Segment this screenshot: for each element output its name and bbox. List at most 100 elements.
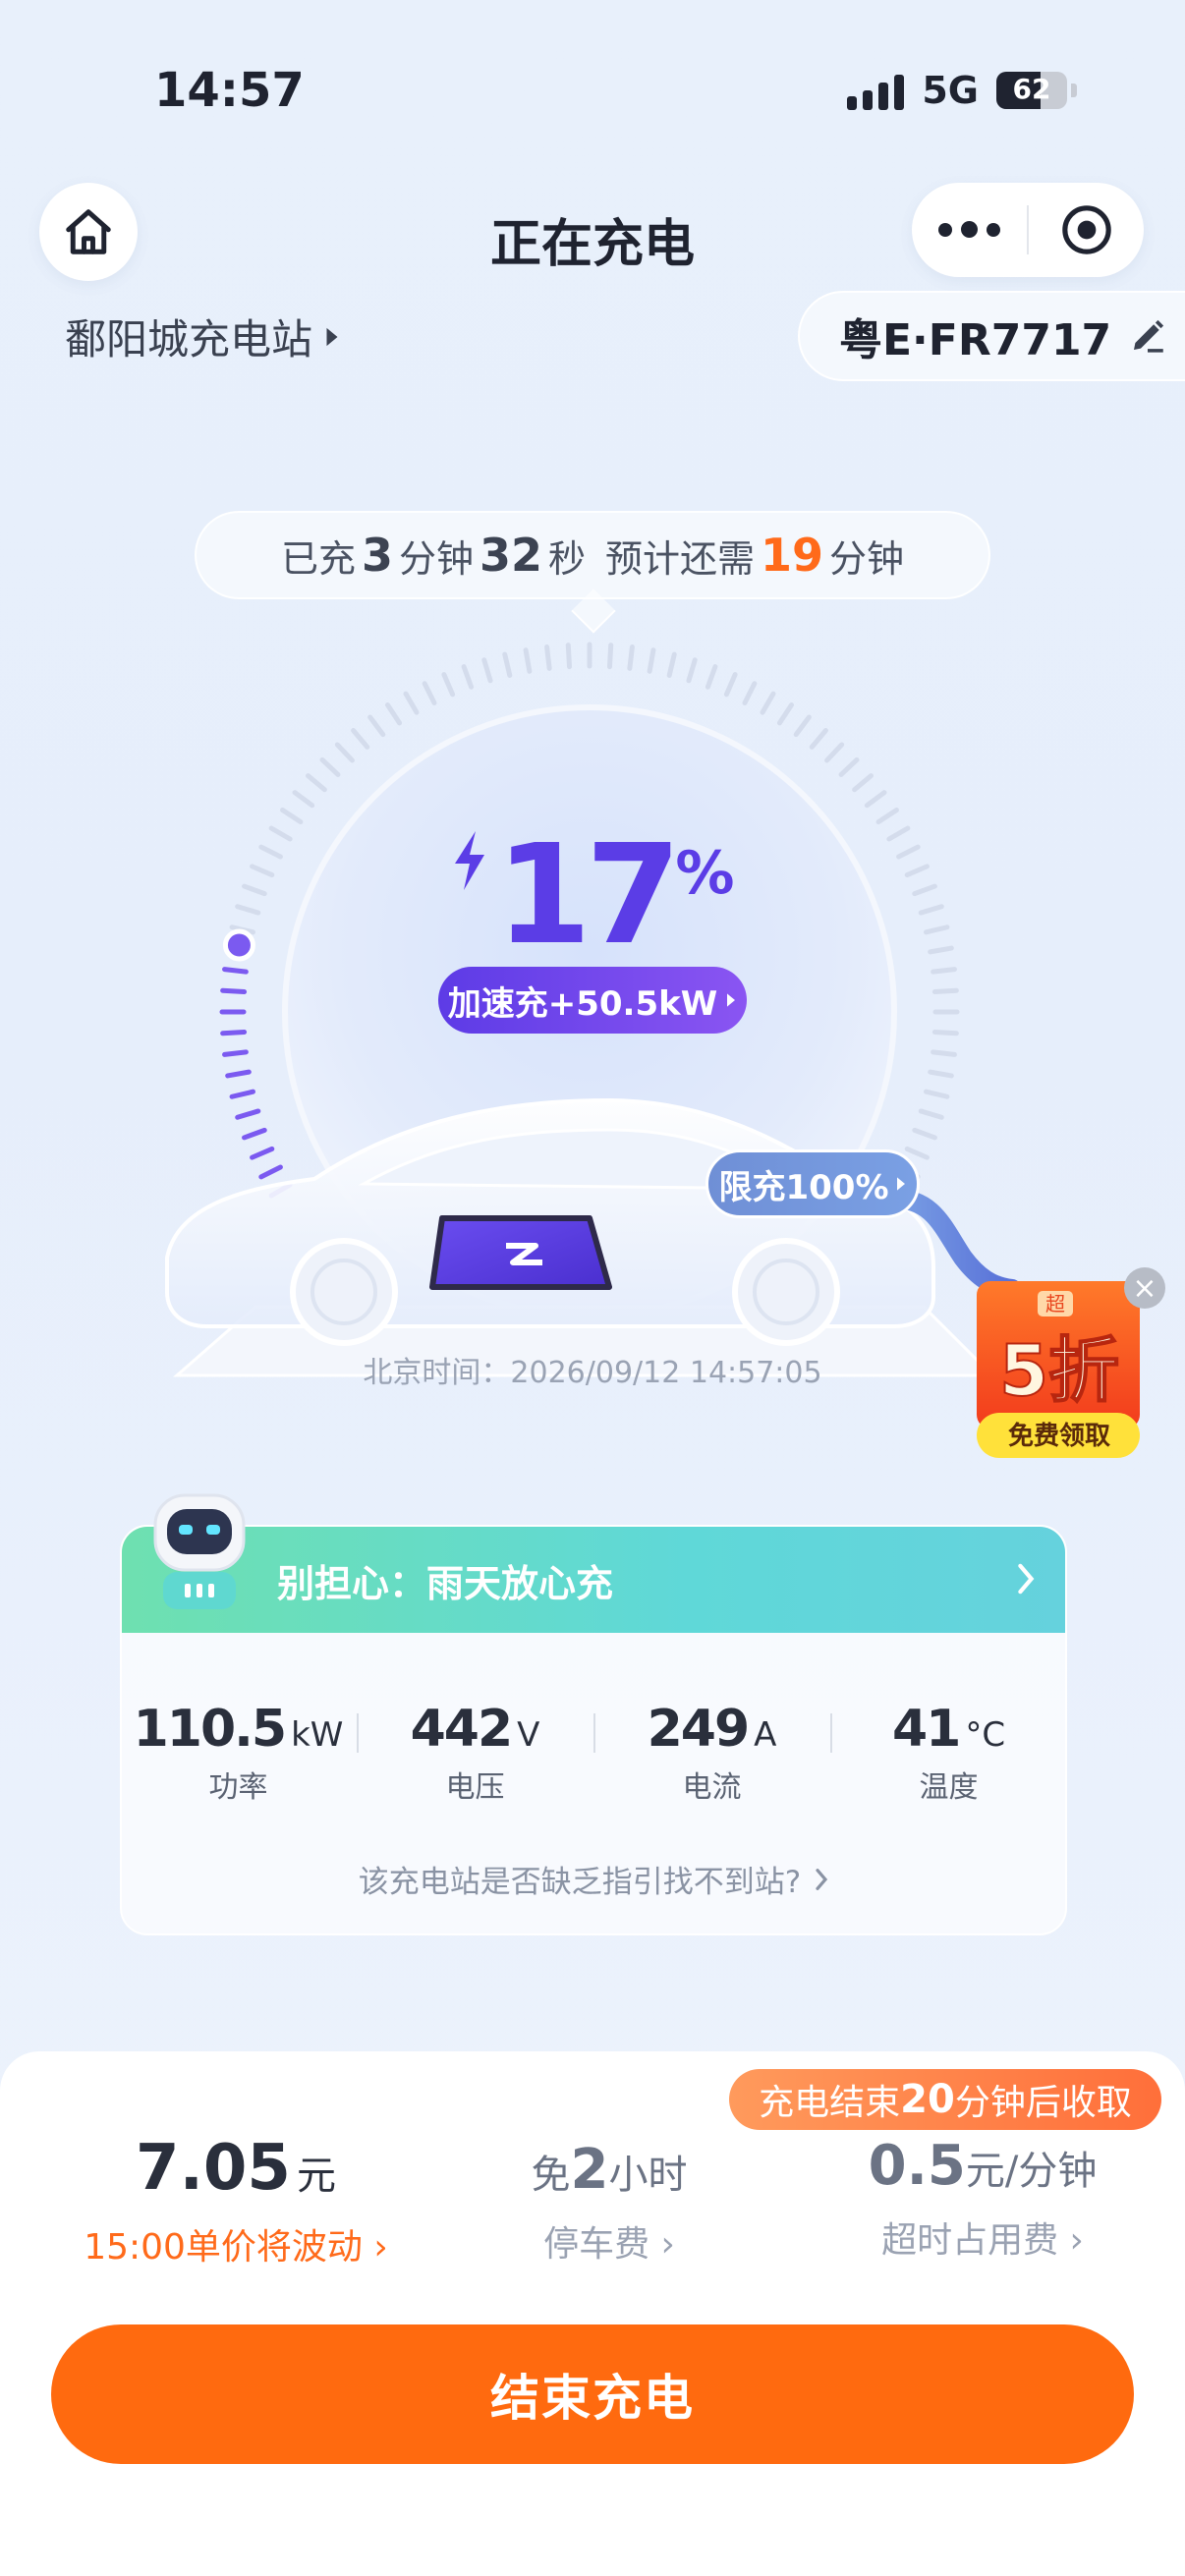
parking-fee-link[interactable]: 停车费 › [472, 2215, 747, 2267]
stat-unit: kW [291, 1715, 344, 1755]
plate-editor[interactable]: 粤E·FR7717 [798, 291, 1185, 381]
parking-fee-label: 停车费 [543, 2224, 650, 2265]
gauge-tick [931, 987, 959, 995]
promo-tag: 超 [1045, 1292, 1065, 1316]
stat-temperature: 41 °C 温度 [830, 1700, 1067, 1806]
gauge-tick [931, 1049, 957, 1057]
stat-voltage: 442 V 电压 [357, 1700, 593, 1806]
discount-promo[interactable]: 超 5折 免费领取 [973, 1277, 1146, 1464]
gauge-tick [403, 691, 420, 715]
stat-value: 41 [891, 1700, 961, 1759]
charge-fee-value: 7.05 [136, 2132, 291, 2205]
edit-icon [1134, 319, 1164, 353]
gauge-tick [334, 742, 355, 763]
gauge-tick [686, 657, 698, 684]
parking-prefix: 免 [531, 2153, 571, 2198]
boost-charge-button[interactable]: 加速充+50.5kW [438, 967, 747, 1034]
boost-label: 加速充+50.5kW [447, 983, 718, 1024]
target-icon [1061, 205, 1111, 254]
stat-value: 442 [410, 1700, 514, 1759]
gauge-tick [809, 727, 828, 750]
end-charging-button[interactable]: 结束充电 [51, 2324, 1134, 2464]
gauge-tick [606, 643, 614, 670]
gauge-tick [544, 644, 552, 671]
gauge-tick [220, 1029, 248, 1036]
gauge-tick [742, 681, 758, 705]
gauge-tick [793, 714, 812, 738]
mini-program-capsule [912, 183, 1144, 277]
signal-icon [847, 71, 905, 110]
status-time: 14:57 [154, 63, 305, 118]
charge-duration-pill: 已充 3 分钟 32 秒 预计还需 19 分钟 [195, 511, 990, 599]
robot-mascot-icon [153, 1493, 246, 1609]
stat-unit: A [754, 1715, 777, 1755]
gauge-tick [760, 691, 776, 715]
gauge-tick [481, 657, 493, 684]
more-menu-button[interactable] [912, 220, 1027, 238]
gauge-tick [523, 647, 533, 674]
station-name: 鄱阳城充电站 [65, 315, 313, 364]
charging-stats: 110.5 kW 功率 442 V 电压 249 A 电流 41 °C 温度 [120, 1700, 1067, 1806]
price-fluctuation-link[interactable]: 15:00单价将波动 › [69, 2218, 403, 2269]
bolt-icon [454, 831, 484, 890]
stat-value: 249 [647, 1700, 751, 1759]
gauge-tick [292, 790, 315, 809]
gauge-tick [367, 714, 386, 738]
gauge-tick [864, 790, 887, 809]
close-miniprogram-button[interactable] [1029, 202, 1144, 257]
station-guide-link[interactable]: 该充电站是否缺乏指引找不到站? [120, 1857, 1067, 1901]
gauge-tick [461, 664, 475, 690]
close-promo-button[interactable]: × [1124, 1267, 1165, 1309]
charge-limit-button[interactable]: 限充100% [705, 1149, 920, 1218]
status-indicators: 5G 62 [847, 69, 1077, 112]
chevron-right-icon [1018, 1563, 1035, 1595]
gauge-tick [666, 651, 677, 678]
gauge-tick [305, 773, 327, 793]
rain-tip-banner[interactable]: 别担心：雨天放心充 [122, 1527, 1065, 1633]
station-selector[interactable]: 鄱阳城充电站 [65, 307, 340, 366]
overtime-value: 0.5 [868, 2134, 966, 2198]
caret-right-icon [727, 993, 736, 1007]
overtime-unit: 元/分钟 [965, 2149, 1098, 2194]
guide-text: 该充电站是否缺乏指引找不到站? [358, 1865, 802, 1900]
gauge-tick [723, 672, 738, 698]
gauge-tick [384, 702, 403, 726]
gauge-tick [931, 1029, 959, 1036]
stat-current: 249 A 电流 [593, 1700, 830, 1806]
overtime-notice-badge: 充电结束 20 分钟后收取 [729, 2069, 1161, 2130]
chevron-right-icon [816, 1868, 828, 1890]
gauge-tick [824, 742, 845, 763]
gauge-tick [565, 643, 573, 670]
charge-fee: 7.05 元 15:00单价将波动 › [69, 2132, 403, 2269]
parking-hours: 2 [570, 2138, 609, 2202]
seconds-label: 秒 [548, 536, 587, 581]
caret-right-icon [896, 1177, 905, 1191]
plate-number: 粤E·FR7717 [839, 315, 1112, 365]
chevron-right-icon: › [1069, 2220, 1084, 2261]
promo-cta: 免费领取 [1008, 1421, 1110, 1451]
gauge-tick [319, 756, 341, 777]
battery-level: 62 [1012, 73, 1051, 105]
gauge-tick [220, 987, 248, 995]
overtime-fee-link[interactable]: 超时占用费 › [825, 2212, 1140, 2263]
charged-minutes: 3 [361, 529, 393, 582]
battery-icon: 62 [996, 72, 1067, 109]
gauge-tick [502, 651, 513, 678]
price-fluctuation-text: 15:00单价将波动 [84, 2227, 363, 2268]
remaining-minutes: 19 [761, 529, 824, 582]
stat-label: 电流 [682, 1770, 742, 1805]
parking-unit: 小时 [608, 2153, 688, 2198]
percent-sign: % [675, 839, 735, 908]
fee-sheet [0, 2051, 1185, 2576]
chevron-right-icon: › [660, 2224, 675, 2265]
percent-value: 17 [495, 815, 682, 976]
badge-minutes: 20 [900, 2077, 955, 2122]
stat-power: 110.5 kW 功率 [120, 1700, 357, 1806]
charged-seconds: 32 [479, 529, 542, 582]
stat-label: 电压 [445, 1770, 505, 1805]
gauge-tick [647, 647, 656, 674]
network-label: 5G [922, 69, 979, 112]
gauge-tick [351, 727, 370, 750]
promo-discount: 5折 [999, 1329, 1119, 1412]
gauge-tick [627, 644, 635, 671]
